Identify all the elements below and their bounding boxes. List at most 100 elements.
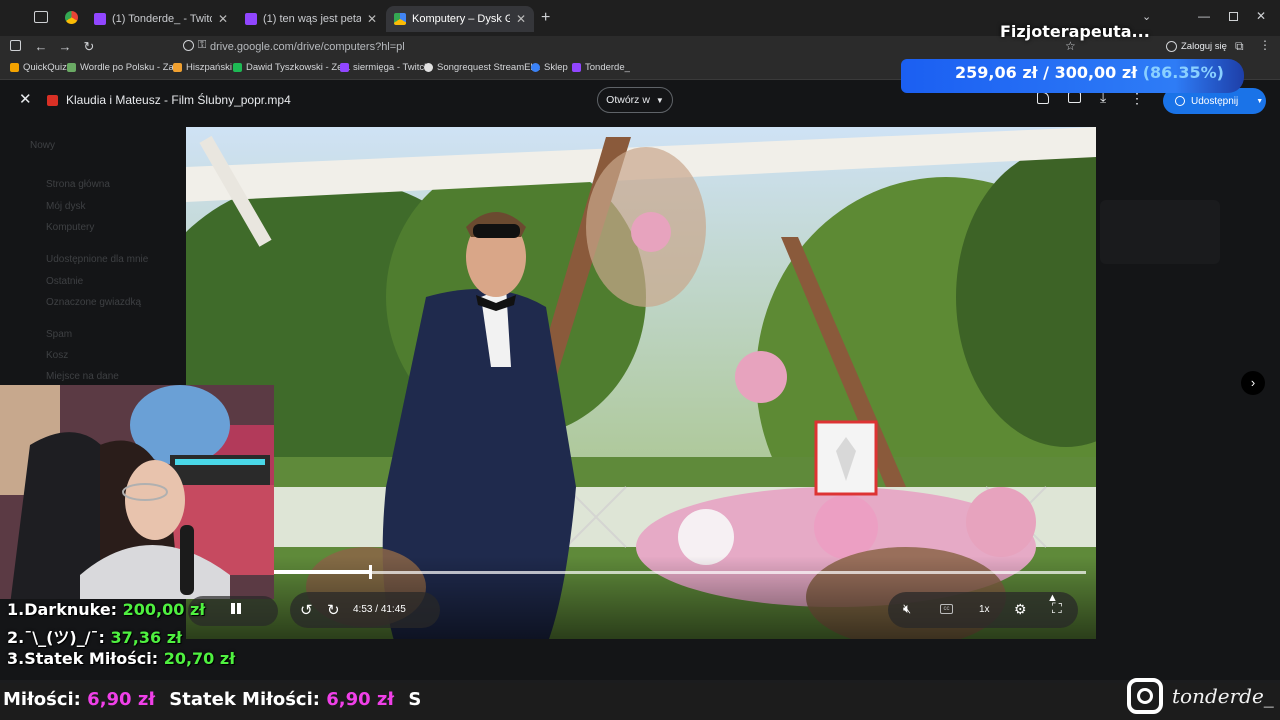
sidebar-icon[interactable] — [10, 40, 21, 51]
donation-amount: 37,36 zł — [110, 628, 182, 647]
google-drive-icon — [394, 13, 406, 25]
bookmark-sklep[interactable]: Sklep — [531, 62, 568, 73]
goal-current: 259,06 zł — [955, 63, 1038, 82]
faded-item: Strona główna — [46, 179, 110, 190]
minimize-icon[interactable]: — — [1198, 9, 1210, 23]
rewind-10-icon[interactable]: ↺ — [300, 601, 313, 619]
tab-title: (1) Tonderde_ - Twitch — [112, 13, 212, 25]
progress-handle[interactable] — [369, 565, 372, 579]
back-icon[interactable]: ← — [33, 39, 49, 55]
maximize-icon[interactable] — [1229, 12, 1238, 21]
close-icon[interactable]: ✕ — [367, 12, 377, 26]
faded-item: Spam — [46, 329, 73, 340]
goal-progress-text: 259,06 zł / 300,00 zł (86.35%) — [955, 63, 1224, 82]
bookmark-songrequest[interactable]: Songrequest StreamEl... — [424, 62, 541, 73]
tab-2[interactable]: Komputery – Dysk Google ✕ — [386, 6, 534, 32]
donor-name: Statek Miłości: — [24, 649, 159, 668]
bookmark-label: QuickQuiz — [23, 62, 67, 73]
bookmark-label: Songrequest StreamEl... — [437, 62, 541, 73]
bookmark-hiszpanski[interactable]: Hiszpański — [173, 62, 232, 73]
share-label: Udostępnij — [1191, 95, 1239, 107]
captions-icon[interactable]: cc — [940, 604, 953, 614]
goal-title: Fizjoterapeuta... — [1000, 22, 1150, 41]
bookmark-icon — [10, 63, 19, 72]
faded-panel — [1100, 200, 1220, 264]
bookmark-label: Dawid Tyszkowski - Ze... — [246, 62, 351, 73]
goal-percent: (86.35%) — [1142, 63, 1224, 82]
close-icon[interactable]: ✕ — [218, 12, 228, 26]
close-viewer-icon[interactable]: ✕ — [19, 90, 32, 108]
bookmark-label: siermięga - Twitch — [353, 62, 430, 73]
chrome-icon[interactable] — [65, 11, 78, 24]
comment-icon[interactable] — [1068, 92, 1081, 103]
tab-0[interactable]: (1) Tonderde_ - Twitch ✕ — [86, 6, 236, 32]
bookmark-icon — [572, 63, 581, 72]
goal-separator: / — [1043, 63, 1055, 82]
open-with-button[interactable]: Otwórz w ▼ — [597, 87, 673, 113]
bookmark-label: Tonderde_ — [585, 62, 630, 73]
ticker-name: Miłości: — [3, 689, 81, 710]
ticker-amount: 6,90 zł — [87, 689, 156, 710]
faded-item: Udostępnione dla mnie — [46, 254, 149, 265]
faded-item: Oznaczone gwiazdką — [46, 297, 142, 308]
menu-icon[interactable]: ⋮ — [1259, 38, 1271, 52]
tab-1[interactable]: (1) ten wąs jest petarda - Twitch ✕ — [237, 6, 385, 32]
caret-down-icon: ▼ — [655, 95, 664, 105]
bookmark-dawid[interactable]: Dawid Tyszkowski - Ze... — [233, 62, 350, 73]
url-field[interactable]: drive.google.com/drive/computers?hl=pl — [210, 41, 405, 53]
open-with-label: Otwórz w — [606, 94, 650, 106]
donation-amount: 20,70 zł — [163, 649, 236, 668]
bookmark-icon — [340, 63, 349, 72]
rank: 2. — [7, 628, 25, 647]
instagram-lens — [1137, 688, 1153, 704]
donation-amount: 200,00 zł — [122, 600, 206, 619]
rank: 3. — [7, 649, 25, 668]
bookmark-label: Hiszpański — [186, 62, 232, 73]
star-icon[interactable]: ☆ — [1065, 39, 1076, 53]
bookmark-tonderde[interactable]: Tonderde_ — [572, 62, 630, 73]
forward-icon[interactable]: → — [57, 39, 73, 55]
mute-icon[interactable]: 🔇︎ — [903, 601, 911, 617]
leaderboard-entry-2: 2.¯\_(ツ)_/¯: 37,36 zł — [7, 624, 182, 648]
extensions-icon[interactable]: ⧉ — [1235, 39, 1244, 54]
current-time: 4:53 — [353, 604, 373, 615]
add-to-drive-icon[interactable] — [1037, 92, 1049, 104]
login-button[interactable]: Zaloguj się — [1181, 41, 1227, 52]
tab-title: (1) ten wąs jest petarda - Twitch — [263, 13, 361, 25]
tab-groups-icon[interactable] — [34, 11, 48, 23]
bookmark-quickquiz[interactable]: QuickQuiz — [10, 62, 67, 73]
settings-icon[interactable]: ⚙ — [1014, 601, 1027, 618]
ticker-amount: 6,90 zł — [326, 689, 395, 710]
faded-item: Mój dysk — [46, 201, 86, 212]
close-icon[interactable]: ✕ — [516, 12, 526, 26]
forward-10-icon[interactable]: ↻ — [327, 601, 340, 619]
caret-down-icon[interactable]: ▼ — [1256, 98, 1263, 105]
instagram-icon — [1127, 678, 1163, 714]
video-file-icon — [47, 95, 58, 106]
ticker-name: S — [408, 689, 422, 710]
progress-bar[interactable] — [274, 571, 1086, 574]
lock-icon[interactable]: ⚿ — [198, 39, 206, 52]
timecode: 4:53 / 41:45 — [353, 604, 406, 615]
mouse-cursor-icon: ▲ — [1047, 592, 1058, 604]
pause-icon[interactable] — [231, 603, 235, 614]
playback-speed[interactable]: 1x — [979, 604, 990, 615]
new-tab-icon[interactable]: + — [541, 9, 550, 27]
bookmark-icon — [173, 63, 182, 72]
faded-item: Komputery — [46, 222, 95, 233]
account-icon — [1166, 41, 1177, 52]
file-name: Klaudia i Mateusz - Film Ślubny_popr.mp4 — [66, 93, 291, 107]
window-close-icon[interactable]: ✕ — [1256, 9, 1266, 23]
bookmark-icon — [67, 63, 76, 72]
shield-icon[interactable] — [183, 40, 194, 51]
donor-name: Darknuke: — [24, 600, 118, 619]
next-file-icon[interactable]: › — [1241, 371, 1265, 395]
globe-icon — [1175, 96, 1185, 106]
twitch-icon — [245, 13, 257, 25]
bookmark-siermiega[interactable]: siermięga - Twitch — [340, 62, 429, 73]
reload-icon[interactable]: ↻ — [81, 39, 97, 55]
faded-item: Miejsce na dane — [46, 371, 119, 382]
bookmark-wordle[interactable]: Wordle po Polsku - Za... — [67, 62, 182, 73]
bookmark-label: Wordle po Polsku - Za... — [80, 62, 182, 73]
rank: 1. — [7, 600, 25, 619]
